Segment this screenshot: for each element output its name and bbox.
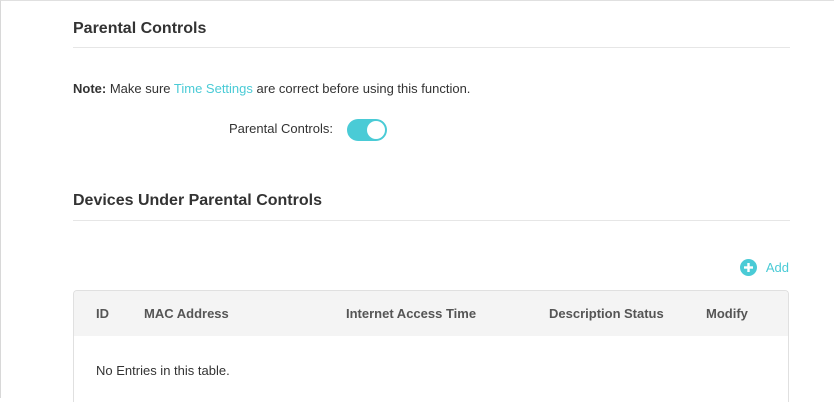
section-divider xyxy=(73,220,790,221)
section-title-parental-controls: Parental Controls xyxy=(73,20,207,37)
add-button-label: Add xyxy=(765,259,789,275)
column-header-status: Status xyxy=(624,306,664,321)
devices-table: ID MAC Address Internet Access Time Desc… xyxy=(73,290,789,402)
empty-table-message: No Entries in this table. xyxy=(96,363,230,378)
column-header-id: ID xyxy=(96,306,109,321)
note-prefix: Note: xyxy=(73,81,107,96)
time-settings-link[interactable]: Time Settings xyxy=(174,81,253,96)
parental-controls-toggle[interactable] xyxy=(347,119,387,141)
note-text-after: are correct before using this function. xyxy=(252,81,471,96)
note-text: Note: Make sure Time Settings are correc… xyxy=(73,81,470,96)
add-button[interactable]: Add xyxy=(739,258,789,276)
plus-circle-icon xyxy=(739,258,757,276)
section-title-devices: Devices Under Parental Controls xyxy=(73,192,322,209)
parental-controls-row: Parental Controls: xyxy=(73,117,473,143)
column-header-mac-address: MAC Address xyxy=(144,306,229,321)
main-panel: Parental Controls Note: Make sure Time S… xyxy=(0,0,834,402)
section-divider xyxy=(73,47,790,48)
column-header-description: Description xyxy=(549,306,621,321)
column-header-internet-access-time: Internet Access Time xyxy=(346,306,477,321)
column-header-modify: Modify xyxy=(706,306,748,321)
parental-controls-label: Parental Controls: xyxy=(228,121,333,136)
table-header: ID MAC Address Internet Access Time Desc… xyxy=(74,291,788,336)
note-text-before: Make sure xyxy=(106,81,174,96)
toggle-knob xyxy=(367,121,385,139)
